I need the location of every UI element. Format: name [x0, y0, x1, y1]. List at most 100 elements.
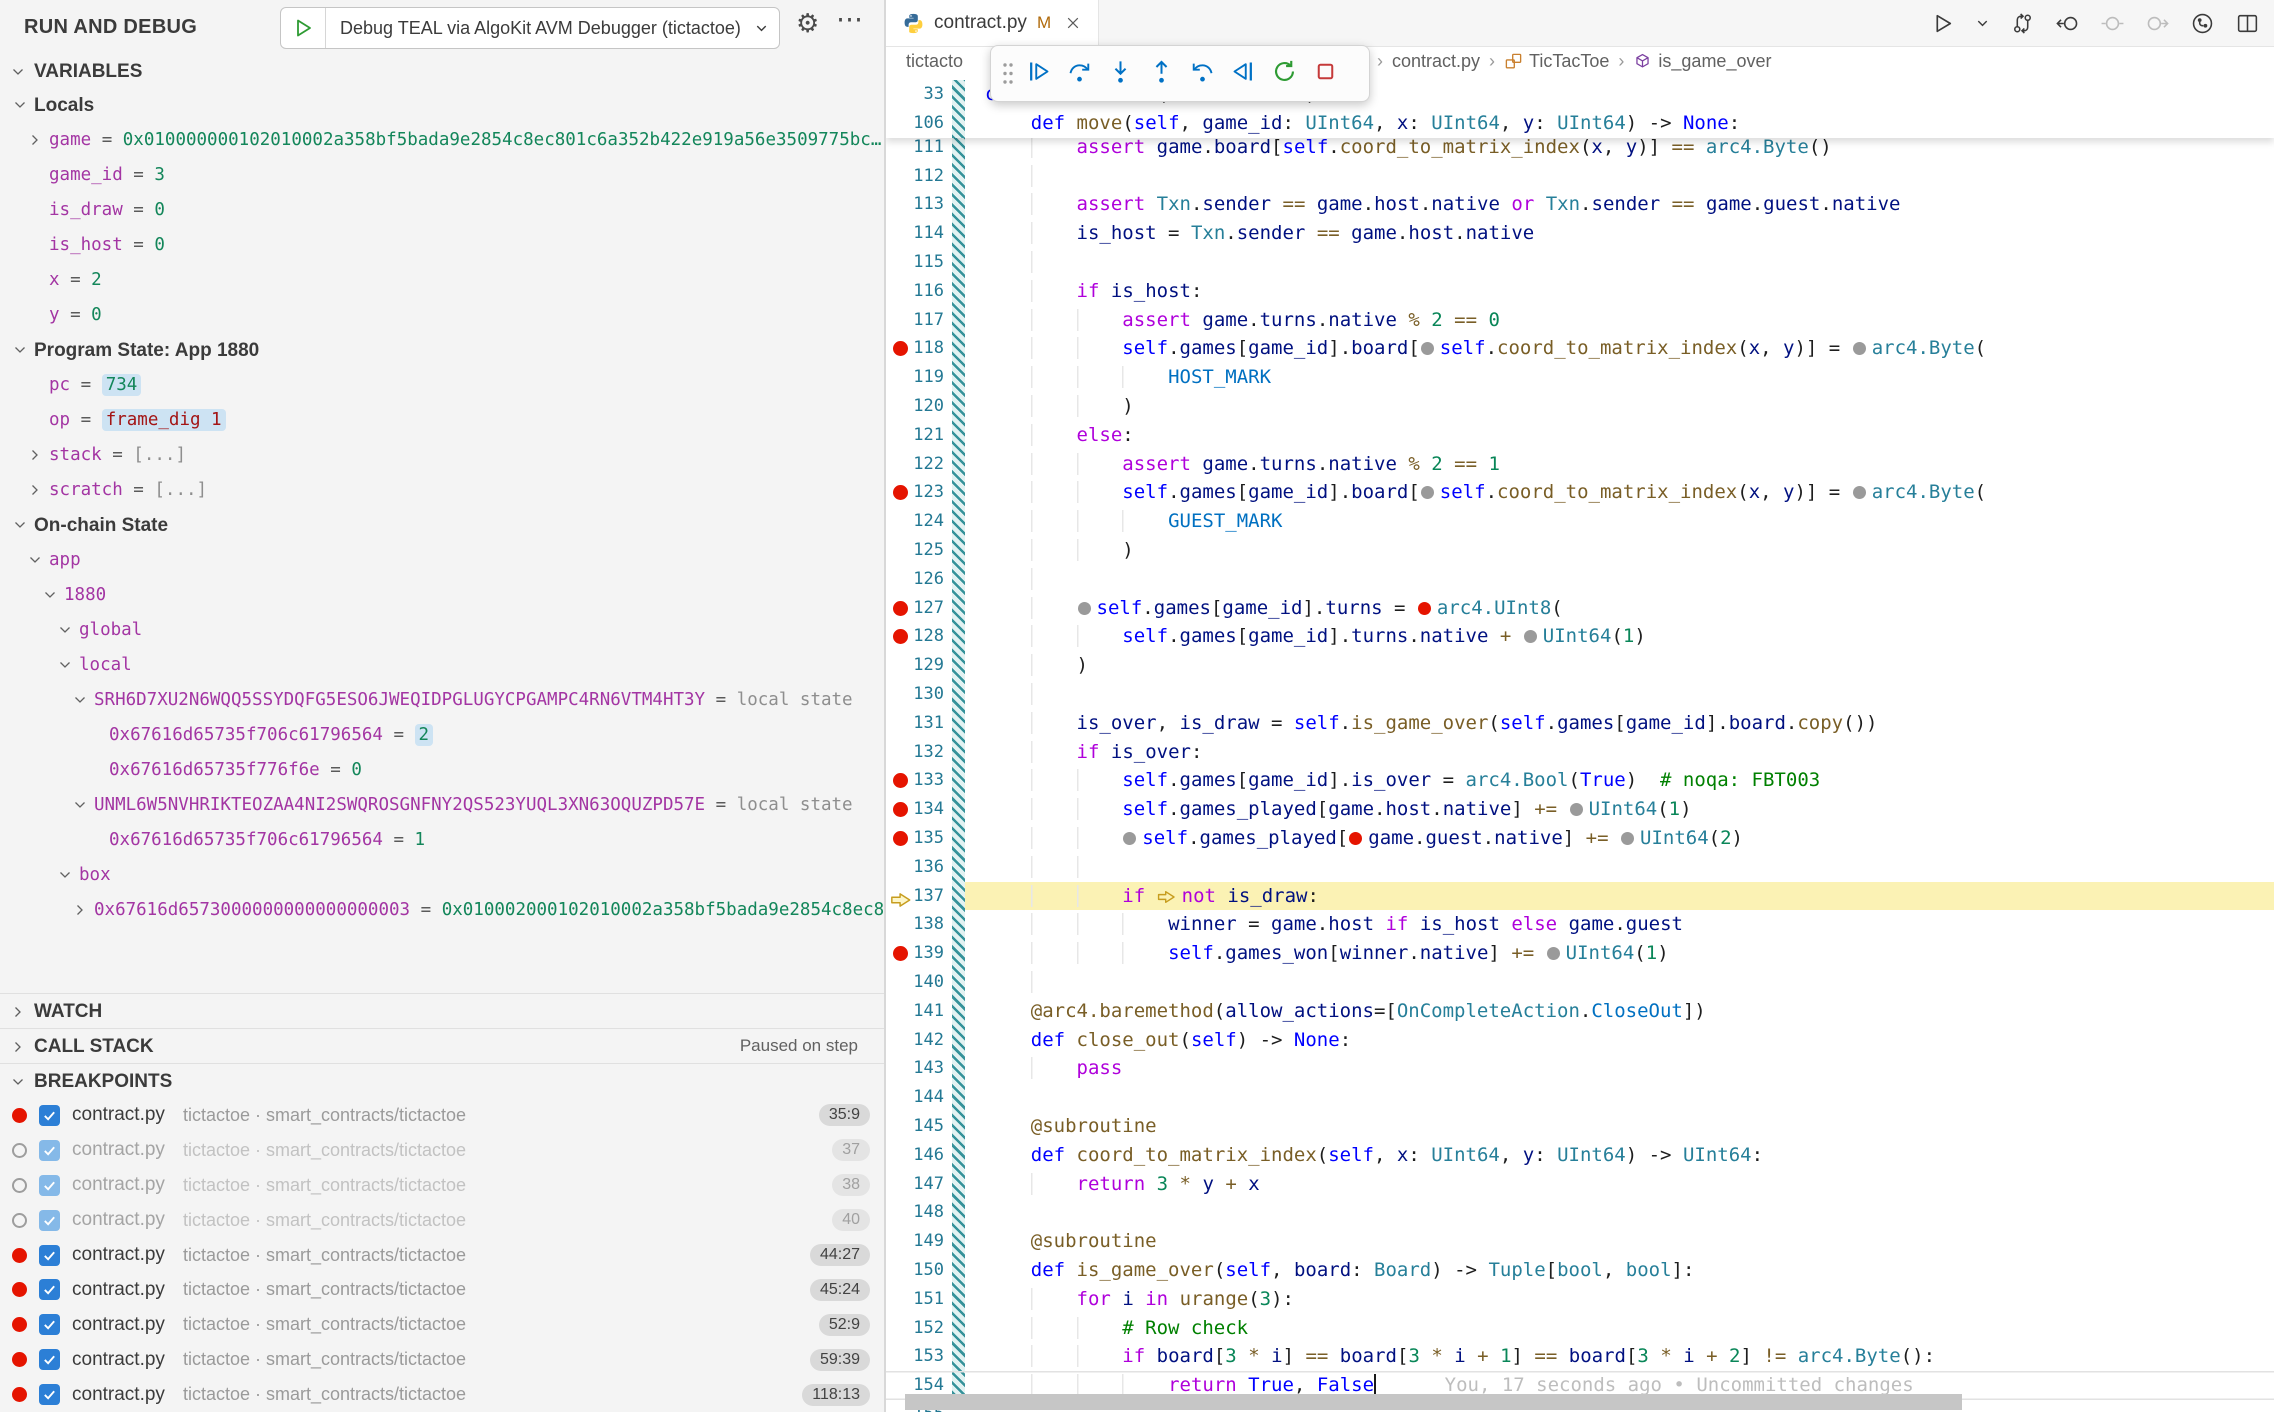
code-editor[interactable]: 111 assert game.board[self.coord_to_matr… — [886, 80, 2274, 1412]
debug-step-into-button[interactable] — [1100, 52, 1141, 96]
line-content[interactable]: self.games[game_id].board[self.coord_to_… — [985, 334, 1986, 363]
breakpoint-checkbox[interactable] — [39, 1210, 60, 1231]
line-content[interactable]: @subroutine — [985, 1112, 1157, 1141]
code-line-123[interactable]: 123 self.games[game_id].board[self.coord… — [886, 478, 2274, 507]
breakpoint-row[interactable]: contract.pytictactoe · smart_contracts/t… — [0, 1133, 884, 1168]
breakpoint-checkbox[interactable] — [39, 1245, 60, 1266]
line-number[interactable]: 151 — [886, 1285, 944, 1314]
line-content[interactable]: ) — [985, 651, 1088, 680]
debug-reverse-continue-button[interactable] — [1223, 52, 1264, 96]
breakpoint-checkbox[interactable] — [39, 1349, 60, 1370]
line-number[interactable]: 121 — [886, 421, 944, 450]
inline-breakpoint-candidate-icon[interactable] — [1570, 803, 1583, 816]
line-number[interactable]: 150 — [886, 1256, 944, 1285]
line-number[interactable]: 152 — [886, 1314, 944, 1343]
line-number[interactable]: 129 — [886, 651, 944, 680]
chevron-down-icon[interactable] — [72, 797, 88, 813]
line-content[interactable]: self.games[game_id].turns.native + UInt6… — [985, 622, 1646, 651]
code-line-149[interactable]: 149 @subroutine — [886, 1227, 2274, 1256]
variable-row-ProgramStateApp1880[interactable]: Program State: App 1880 — [0, 333, 884, 368]
chevron-down-icon[interactable] — [42, 587, 58, 603]
line-content[interactable]: assert game.turns.native % 2 == 0 — [985, 306, 1500, 335]
line-content[interactable]: self.games_played[game.guest.native] += … — [985, 824, 1743, 853]
code-line-143[interactable]: 143 pass — [886, 1054, 2274, 1083]
inline-breakpoint-candidate-icon[interactable] — [1078, 602, 1091, 615]
line-number[interactable]: 135 — [886, 824, 944, 853]
code-line-144[interactable]: 144 — [886, 1083, 2274, 1112]
variable-row-is_host[interactable]: is_host = 0 — [0, 228, 884, 263]
line-content[interactable]: def coord_to_matrix_index(self, x: UInt6… — [985, 1141, 1763, 1170]
code-line-106[interactable]: 106 def move(self, game_id: UInt64, x: U… — [886, 109, 2274, 138]
chevron-down-icon[interactable] — [57, 622, 73, 638]
line-content[interactable]: def move(self, game_id: UInt64, x: UInt6… — [985, 109, 1740, 138]
code-line-125[interactable]: 125 ) — [886, 536, 2274, 565]
line-number[interactable]: 146 — [886, 1141, 944, 1170]
chevron-right-icon[interactable] — [72, 902, 88, 918]
line-number[interactable]: 125 — [886, 536, 944, 565]
code-line-129[interactable]: 129 ) — [886, 651, 2274, 680]
inline-breakpoint-candidate-icon[interactable] — [1853, 486, 1866, 499]
line-number[interactable]: 137 — [886, 882, 944, 911]
code-line-122[interactable]: 122 assert game.turns.native % 2 == 1 — [886, 450, 2274, 479]
variable-row-game[interactable]: game = 0x010000000102010002a358bf5bada9e… — [0, 123, 884, 158]
breakpoint-row[interactable]: contract.pytictactoe · smart_contracts/t… — [0, 1342, 884, 1377]
code-line-145[interactable]: 145 @subroutine — [886, 1112, 2274, 1141]
previous-change-icon[interactable] — [2055, 11, 2080, 36]
chevron-down-icon[interactable] — [57, 867, 73, 883]
line-number[interactable]: 123 — [886, 478, 944, 507]
variable-row-global[interactable]: global — [0, 613, 884, 648]
breakpoint-row[interactable]: contract.pytictactoe · smart_contracts/t… — [0, 1273, 884, 1308]
line-number[interactable]: 120 — [886, 392, 944, 421]
line-number[interactable]: 132 — [886, 738, 944, 767]
line-content[interactable]: self.games[game_id].board[self.coord_to_… — [985, 478, 1986, 507]
inline-breakpoint-candidate-icon[interactable] — [1853, 342, 1866, 355]
line-content[interactable]: winner = game.host if is_host else game.… — [985, 910, 1683, 939]
line-number[interactable]: 149 — [886, 1227, 944, 1256]
variable-row-game_id[interactable]: game_id = 3 — [0, 158, 884, 193]
line-number[interactable]: 127 — [886, 594, 944, 623]
code-line-150[interactable]: 150 def is_game_over(self, board: Board)… — [886, 1256, 2274, 1285]
line-number[interactable]: 143 — [886, 1054, 944, 1083]
code-line-153[interactable]: 153 if board[3 * i] == board[3 * i + 1] … — [886, 1342, 2274, 1371]
section-header-watch[interactable]: WATCH — [0, 993, 884, 1029]
line-number[interactable]: 119 — [886, 363, 944, 392]
breakpoint-checkbox[interactable] — [39, 1105, 60, 1126]
debug-step-over-button[interactable] — [1059, 52, 1100, 96]
chevron-down-icon[interactable] — [72, 692, 88, 708]
line-content[interactable]: if board[3 * i] == board[3 * i + 1] == b… — [985, 1342, 1935, 1371]
line-number[interactable]: 148 — [886, 1198, 944, 1227]
code-line-115[interactable]: 115 — [886, 248, 2274, 277]
breadcrumb-item-contract-py[interactable]: contract.py — [1392, 51, 1480, 72]
code-line-120[interactable]: 120 ) — [886, 392, 2274, 421]
split-editor-icon[interactable] — [2235, 11, 2260, 36]
line-number[interactable]: 118 — [886, 334, 944, 363]
line-content[interactable]: ) — [985, 392, 1134, 421]
code-line-138[interactable]: 138 winner = game.host if is_host else g… — [886, 910, 2274, 939]
line-content[interactable]: if is_host: — [985, 277, 1202, 306]
debug-stop-button[interactable] — [1305, 52, 1346, 96]
line-number[interactable]: 145 — [886, 1112, 944, 1141]
inline-breakpoint-candidate-icon[interactable] — [1421, 486, 1434, 499]
chevron-right-icon[interactable] — [27, 482, 43, 498]
inline-breakpoint-candidate-icon[interactable] — [1123, 832, 1136, 845]
line-content[interactable] — [985, 162, 1077, 191]
line-number[interactable]: 116 — [886, 277, 944, 306]
chevron-right-icon[interactable] — [27, 132, 43, 148]
code-line-127[interactable]: 127 self.games[game_id].turns = arc4.UIn… — [886, 594, 2274, 623]
variable-row-0x67616d65735f776f6e[interactable]: 0x67616d65735f776f6e = 0 — [0, 753, 884, 788]
chevron-down-icon[interactable] — [12, 342, 28, 358]
code-line-135[interactable]: 135 self.games_played[game.guest.native]… — [886, 824, 2274, 853]
variable-row-1880[interactable]: 1880 — [0, 578, 884, 613]
line-content[interactable] — [985, 248, 1077, 277]
code-line-142[interactable]: 142 def close_out(self) -> None: — [886, 1026, 2274, 1055]
line-content[interactable]: is_host = Txn.sender == game.host.native — [985, 219, 1534, 248]
variable-row-scratch[interactable]: scratch = [...] — [0, 473, 884, 508]
gear-icon[interactable]: ⚙ — [796, 8, 819, 39]
breakpoint-row[interactable]: contract.pytictactoe · smart_contracts/t… — [0, 1307, 884, 1342]
section-header-variables[interactable]: VARIABLES — [0, 56, 884, 88]
line-content[interactable]: HOST_MARK — [985, 363, 1271, 392]
code-line-117[interactable]: 117 assert game.turns.native % 2 == 0 — [886, 306, 2274, 335]
variable-row-is_draw[interactable]: is_draw = 0 — [0, 193, 884, 228]
breakpoint-checkbox[interactable] — [39, 1314, 60, 1335]
line-number[interactable]: 133 — [886, 766, 944, 795]
